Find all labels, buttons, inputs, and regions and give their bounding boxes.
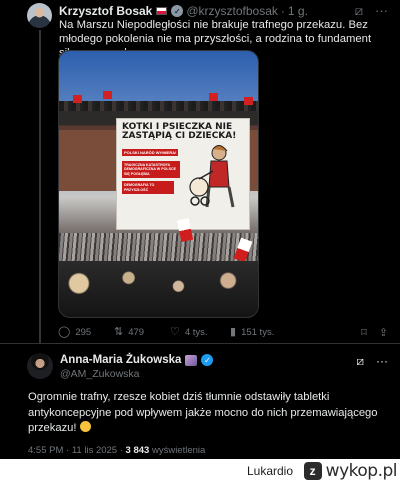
bookmark-icon[interactable]: ⌑ bbox=[361, 326, 367, 339]
wykop-logo: z wykop.pl bbox=[303, 461, 398, 481]
tweet-extra-actions: ⌑ ⇪ bbox=[361, 326, 388, 339]
tweet-time[interactable]: 1 g. bbox=[288, 4, 308, 18]
more-icon[interactable]: ··· bbox=[376, 354, 388, 369]
banner: KOTKI I PSIECZKA NIE ZASTĄPIĄ CI DZIECKA… bbox=[116, 118, 250, 230]
like-button[interactable]: ♡ 4 tys. bbox=[170, 326, 230, 339]
tweet-time[interactable]: 4:55 PM bbox=[28, 445, 63, 456]
reply-icon: ◯ bbox=[58, 326, 71, 338]
banner-illustration bbox=[189, 145, 235, 208]
verified-badge-icon: ✓ bbox=[201, 354, 214, 366]
tweet-top-actions: ⧄ ··· bbox=[356, 354, 388, 369]
tweet-header: Krzysztof Bosak ✓ @krzysztofbosak · 1 g. bbox=[59, 4, 308, 18]
watermark-bar: Lukardio z wykop.pl bbox=[0, 459, 400, 483]
tweet-date[interactable]: 11 lis 2025 bbox=[72, 445, 117, 456]
author-name[interactable]: Anna-Maria Żukowska bbox=[60, 354, 181, 366]
tweet-meta: 4:55 PM · 11 lis 2025 · 3 843 wyświetlen… bbox=[28, 445, 205, 456]
banner-list: TRAGICZNA KATASTROFA DEMOGRAFICZNA W POL… bbox=[122, 161, 180, 179]
banner-list2: DEMOGRAFIA TO PRZYSZŁOŚĆ bbox=[122, 181, 174, 195]
banner-heading: KOTKI I PSIECZKA NIE ZASTĄPIĄ CI DZIECKA… bbox=[122, 122, 237, 141]
heart-icon: ♡ bbox=[170, 326, 180, 338]
like-count: 4 tys. bbox=[184, 327, 208, 338]
flag bbox=[244, 97, 253, 105]
meta-dot: · bbox=[66, 445, 70, 456]
banner-sub: POLSKI NARÓD WYMIERA! bbox=[122, 149, 179, 156]
tweet-actions: ◯ 295 ⇅ 479 ♡ 4 tys. ▮ 151 tys. ⌑ ⇪ bbox=[58, 326, 388, 340]
flag bbox=[209, 93, 218, 101]
reply-button[interactable]: ◯ 295 bbox=[58, 326, 114, 339]
main-tweet: Anna-Maria Żukowska ✓ @AM_Zukowska ⧄ ···… bbox=[0, 344, 400, 459]
author-handle[interactable]: @AM_Zukowska bbox=[60, 368, 140, 380]
views-count: 3 843 bbox=[125, 445, 150, 456]
reply-count: 295 bbox=[75, 327, 92, 338]
wykop-site: wykop.pl bbox=[325, 461, 398, 481]
views-icon: ▮ bbox=[230, 326, 237, 338]
tweet-top-actions: ⧄ ··· bbox=[355, 3, 388, 19]
grok-icon[interactable]: ⧄ bbox=[355, 3, 363, 19]
grin-emoji-icon bbox=[79, 421, 91, 432]
repost-icon: ⇅ bbox=[114, 326, 124, 338]
views-count: 151 tys. bbox=[241, 327, 275, 338]
author-name[interactable]: Krzysztof Bosak bbox=[59, 4, 152, 18]
repost-count: 479 bbox=[128, 327, 145, 338]
avatar[interactable] bbox=[27, 3, 52, 28]
thread-line bbox=[39, 30, 41, 343]
author-name-row: Anna-Maria Żukowska ✓ bbox=[60, 354, 214, 366]
wykop-badge: z bbox=[303, 462, 322, 480]
more-icon[interactable]: ··· bbox=[375, 3, 388, 19]
views-button[interactable]: ▮ 151 tys. bbox=[230, 326, 300, 339]
grok-icon[interactable]: ⧄ bbox=[356, 354, 364, 369]
poland-flag-icon bbox=[156, 7, 168, 15]
author-handle[interactable]: @krzysztofbosak bbox=[186, 4, 278, 18]
avatar[interactable] bbox=[27, 353, 53, 379]
meta-dot: · bbox=[119, 445, 123, 456]
views-label: wyświetlenia bbox=[151, 445, 206, 456]
crowd bbox=[59, 261, 258, 317]
profile-emoji-icon bbox=[185, 354, 198, 366]
tweet-image[interactable]: KOTKI I PSIECZKA NIE ZASTĄPIĄ CI DZIECKA… bbox=[58, 50, 259, 318]
watermark-username: Lukardio bbox=[246, 464, 293, 478]
flag bbox=[103, 91, 112, 99]
quoted-tweet: Krzysztof Bosak ✓ @krzysztofbosak · 1 g.… bbox=[0, 0, 400, 343]
verified-badge-icon: ✓ bbox=[171, 5, 184, 17]
repost-button[interactable]: ⇅ 479 bbox=[114, 326, 170, 339]
share-icon[interactable]: ⇪ bbox=[379, 326, 388, 339]
separator: · bbox=[280, 4, 285, 18]
tweet-text: Ogromnie trafny, rzesze kobiet dziś tłum… bbox=[28, 390, 388, 437]
flag bbox=[73, 95, 82, 103]
